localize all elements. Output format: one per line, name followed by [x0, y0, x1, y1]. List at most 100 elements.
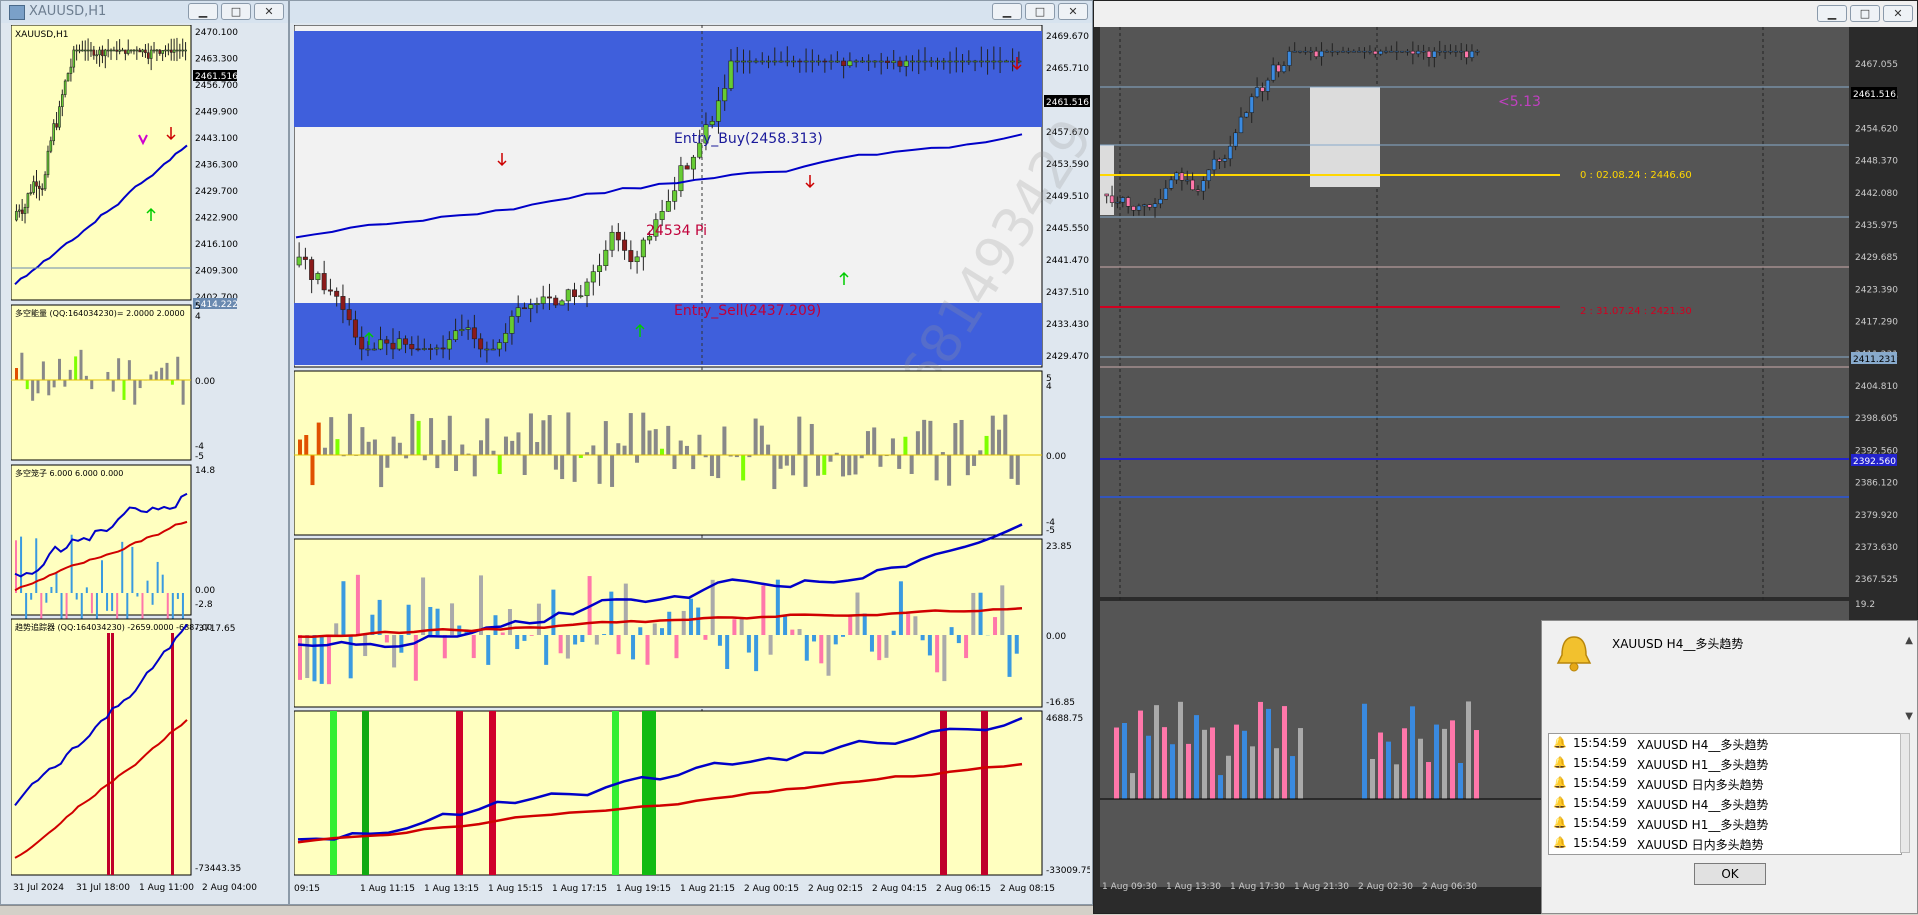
- time-axis-label: 2 Aug 00:15: [744, 884, 799, 894]
- candle: [435, 348, 439, 349]
- price-tick-label: 2435.975: [1855, 221, 1898, 231]
- histogram-bar: [323, 448, 327, 455]
- histogram-bar: [822, 455, 826, 475]
- alert-row[interactable]: 🔔15:54:59XAUUSD H4__多头趋势: [1549, 734, 1902, 753]
- histogram-bar: [1242, 731, 1247, 799]
- histogram-bar: [841, 635, 845, 637]
- histogram-bar: [177, 593, 179, 599]
- close-button[interactable]: ✕: [1058, 3, 1088, 20]
- middle-chart-area[interactable]: Entry_Buy(2458.313)Entry_Sell(2437.209)2…: [294, 25, 1090, 903]
- chart-window-left[interactable]: XAUUSD,H1 ▁ □ ✕ XAUUSD,H12470.1002463.30…: [0, 0, 289, 905]
- histogram-bar: [916, 431, 920, 455]
- histogram-bar: [877, 635, 881, 660]
- signal-bar: [111, 633, 114, 875]
- histogram-bar: [1474, 730, 1479, 799]
- histogram-bar: [442, 440, 446, 455]
- histogram-bar: [537, 604, 541, 635]
- histogram-bar: [666, 426, 670, 455]
- alert-row[interactable]: 🔔15:54:59XAUUSD 日内多头趋势: [1549, 774, 1902, 793]
- close-button[interactable]: ✕: [254, 3, 284, 20]
- candle: [403, 339, 407, 345]
- histogram-bar: [899, 581, 903, 635]
- candle: [1110, 196, 1114, 203]
- histogram-bar: [812, 635, 816, 641]
- candle: [729, 61, 733, 88]
- indicator-tick-label: 0.00: [195, 586, 215, 596]
- histogram-bar: [623, 446, 627, 455]
- candle: [829, 61, 833, 62]
- candle: [142, 50, 144, 52]
- right-window-titlebar[interactable]: ▁ □ ✕: [1094, 1, 1917, 27]
- minimize-button[interactable]: ▁: [992, 3, 1022, 20]
- candle: [529, 305, 533, 309]
- candle: [691, 157, 695, 169]
- maximize-button[interactable]: □: [1850, 5, 1880, 22]
- histogram-bar: [646, 635, 650, 665]
- histogram-bar: [329, 417, 333, 455]
- histogram-bar: [63, 380, 66, 387]
- alert-row[interactable]: 🔔15:54:59XAUUSD H4__多头趋势: [1549, 794, 1902, 813]
- histogram-bar: [922, 420, 926, 455]
- candle: [1341, 51, 1345, 52]
- left-window-titlebar[interactable]: XAUUSD,H1 ▁ □ ✕: [1, 1, 288, 23]
- indicator-tick-label: -33009.75: [1046, 866, 1090, 876]
- histogram-bar: [1170, 744, 1175, 799]
- histogram-bar: [810, 424, 814, 455]
- histogram-bar: [1466, 701, 1471, 799]
- histogram-bar: [155, 371, 158, 380]
- alert-list[interactable]: 🔔15:54:59XAUUSD H4__多头趋势🔔15:54:59XAUUSD …: [1548, 733, 1902, 855]
- minimize-button[interactable]: ▁: [188, 3, 218, 20]
- time-axis-label: 1 Aug 21:15: [680, 884, 735, 894]
- histogram-bar: [86, 587, 88, 593]
- candle: [27, 194, 29, 208]
- histogram-bar: [399, 635, 403, 653]
- histogram-bar: [797, 417, 801, 455]
- alert-row[interactable]: 🔔15:54:59XAUUSD H1__多头趋势: [1549, 754, 1902, 773]
- candle: [816, 61, 820, 62]
- maximize-button[interactable]: □: [221, 3, 251, 20]
- histogram-bar: [360, 427, 364, 455]
- alert-list-scrollbar[interactable]: [1900, 733, 1910, 853]
- candle: [1105, 194, 1109, 196]
- histogram-bar: [595, 635, 599, 645]
- candle: [1314, 51, 1318, 56]
- alert-row[interactable]: 🔔15:54:59XAUUSD 日内多头趋势: [1549, 834, 1902, 853]
- candle: [428, 349, 432, 350]
- candle: [917, 61, 921, 62]
- candle: [410, 344, 414, 348]
- histogram-bar: [26, 380, 29, 389]
- ok-button[interactable]: OK: [1694, 863, 1766, 885]
- indicator-tick-label: -16.85: [1046, 698, 1075, 708]
- time-axis-label: 2 Aug 02:30: [1358, 882, 1413, 892]
- candle: [1309, 51, 1313, 52]
- alert-scroll-down-button[interactable]: ▼: [1905, 711, 1913, 722]
- histogram-bar: [298, 635, 302, 680]
- alert-row[interactable]: 🔔15:54:59XAUUSD H1__多头趋势: [1549, 814, 1902, 833]
- left-chart-area[interactable]: XAUUSD,H12470.1002463.3002456.7002449.90…: [11, 25, 283, 895]
- histogram-bar: [910, 455, 914, 474]
- candle: [144, 50, 146, 53]
- close-button[interactable]: ✕: [1883, 5, 1913, 22]
- alert-scroll-up-button[interactable]: ▲: [1905, 635, 1913, 646]
- histogram-bar: [1016, 455, 1020, 485]
- chart-window-middle[interactable]: ▁ □ ✕ Entry_Buy(2458.313)Entry_Sell(2437…: [289, 0, 1093, 905]
- alert-dialog[interactable]: XAUUSD H4__多头趋势 ▲ ▼ 🔔15:54:59XAUUSD H4__…: [1541, 620, 1918, 914]
- histogram-bar: [1418, 739, 1423, 799]
- candle: [124, 50, 126, 54]
- candle: [898, 61, 902, 66]
- candle: [84, 50, 86, 51]
- signal-bar: [642, 711, 649, 875]
- histogram-bar: [740, 617, 744, 635]
- candle: [748, 61, 752, 62]
- histogram-bar: [629, 413, 633, 455]
- candle: [1416, 51, 1420, 54]
- candle: [1427, 51, 1431, 57]
- candle: [53, 124, 55, 141]
- maximize-button[interactable]: □: [1025, 3, 1055, 20]
- histogram-bar: [35, 538, 37, 593]
- middle-window-titlebar[interactable]: ▁ □ ✕: [290, 1, 1092, 23]
- minimize-button[interactable]: ▁: [1817, 5, 1847, 22]
- candle: [810, 61, 814, 62]
- histogram-bar: [479, 440, 483, 455]
- price-tick-label: 2456.700: [195, 81, 238, 91]
